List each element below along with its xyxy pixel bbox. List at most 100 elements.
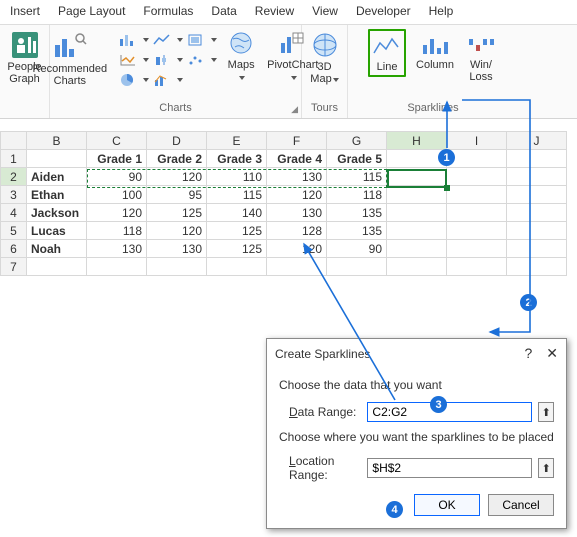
chevron-down-icon[interactable] — [211, 58, 217, 62]
cell[interactable]: 140 — [207, 204, 267, 222]
area-chart-icon[interactable] — [185, 31, 207, 49]
cell[interactable]: 128 — [267, 222, 327, 240]
chevron-down-icon[interactable] — [143, 38, 149, 42]
line-chart-icon[interactable] — [151, 31, 173, 49]
chevron-down-icon[interactable] — [333, 78, 339, 82]
cell[interactable]: 120 — [87, 204, 147, 222]
range-picker-icon[interactable]: ⬆ — [538, 402, 554, 422]
cell[interactable]: Ethan — [27, 186, 87, 204]
cell[interactable]: 115 — [327, 168, 387, 186]
tab-view[interactable]: View — [312, 4, 338, 18]
row-header[interactable]: 3 — [1, 186, 27, 204]
cell[interactable]: 95 — [147, 186, 207, 204]
ribbon: People Graph Recommended Charts Maps — [0, 25, 577, 119]
cell[interactable]: 125 — [207, 222, 267, 240]
cell[interactable]: Grade 5 — [327, 150, 387, 168]
location-range-input[interactable] — [367, 458, 532, 478]
cell[interactable]: 118 — [87, 222, 147, 240]
row-header[interactable]: 1 — [1, 150, 27, 168]
cell[interactable]: Jackson — [27, 204, 87, 222]
col-header[interactable]: J — [507, 132, 567, 150]
cell[interactable]: 120 — [147, 222, 207, 240]
chevron-down-icon[interactable] — [239, 76, 245, 80]
recommended-charts-icon — [53, 31, 87, 61]
cell[interactable]: 118 — [327, 186, 387, 204]
location-range-label: Location Range: — [289, 454, 361, 482]
chevron-down-icon[interactable] — [143, 58, 149, 62]
col-header[interactable]: B — [27, 132, 87, 150]
stats-chart-icon[interactable] — [151, 51, 173, 69]
cell[interactable]: Lucas — [27, 222, 87, 240]
worksheet[interactable]: B C D E F G H I J 1 Grade 1 Grade 2 Grad… — [0, 131, 577, 276]
tab-review[interactable]: Review — [255, 4, 294, 18]
cancel-button[interactable]: Cancel — [488, 494, 554, 516]
chevron-down-icon[interactable] — [177, 38, 183, 42]
chevron-down-icon[interactable] — [177, 78, 183, 82]
cell[interactable]: 130 — [267, 204, 327, 222]
chevron-down-icon[interactable] — [143, 78, 149, 82]
combo-chart-icon[interactable] — [151, 71, 173, 89]
tab-data[interactable]: Data — [211, 4, 236, 18]
tab-page-layout[interactable]: Page Layout — [58, 4, 125, 18]
tab-help[interactable]: Help — [429, 4, 454, 18]
cell[interactable]: 100 — [87, 186, 147, 204]
cell[interactable]: 115 — [207, 186, 267, 204]
cell[interactable]: 120 — [267, 186, 327, 204]
cell[interactable]: Grade 2 — [147, 150, 207, 168]
cell[interactable]: Grade 1 — [87, 150, 147, 168]
tab-formulas[interactable]: Formulas — [143, 4, 193, 18]
pie-chart-icon[interactable] — [117, 71, 139, 89]
cell[interactable]: 135 — [327, 222, 387, 240]
col-header[interactable]: C — [87, 132, 147, 150]
cell[interactable]: Noah — [27, 240, 87, 258]
cell[interactable]: 130 — [87, 240, 147, 258]
cell[interactable]: 130 — [147, 240, 207, 258]
cell[interactable]: 135 — [327, 204, 387, 222]
col-header[interactable]: D — [147, 132, 207, 150]
fill-handle[interactable] — [444, 185, 450, 191]
recommended-charts-label: Recommended Charts — [33, 63, 108, 87]
bar-chart-icon[interactable] — [117, 31, 139, 49]
cell[interactable]: 90 — [87, 168, 147, 186]
chevron-down-icon[interactable] — [211, 38, 217, 42]
chevron-down-icon[interactable] — [177, 58, 183, 62]
recommended-charts-button[interactable]: Recommended Charts — [31, 29, 110, 89]
cell[interactable]: Grade 4 — [267, 150, 327, 168]
cell[interactable]: Grade 3 — [207, 150, 267, 168]
sparkline-line-button[interactable]: Line — [368, 29, 406, 77]
data-range-input[interactable] — [367, 402, 532, 422]
cell[interactable]: 130 — [267, 168, 327, 186]
chevron-down-icon[interactable] — [291, 76, 297, 80]
row-header[interactable]: 4 — [1, 204, 27, 222]
close-icon[interactable]: ✕ — [546, 345, 558, 362]
help-icon[interactable]: ? — [524, 345, 532, 362]
cell[interactable]: 120 — [147, 168, 207, 186]
row-header[interactable]: 2 — [1, 168, 27, 186]
ok-button[interactable]: OK — [414, 494, 480, 516]
col-header[interactable]: E — [207, 132, 267, 150]
scatter-chart-icon[interactable] — [185, 51, 207, 69]
cell[interactable]: 120 — [267, 240, 327, 258]
row-header[interactable]: 6 — [1, 240, 27, 258]
row-header[interactable]: 7 — [1, 258, 27, 276]
cell[interactable]: 90 — [327, 240, 387, 258]
3d-map-button[interactable]: 3D Map — [308, 29, 340, 87]
corner-cell[interactable] — [1, 132, 27, 150]
cell[interactable]: 125 — [207, 240, 267, 258]
dialog-launcher-icon[interactable]: ◢ — [291, 104, 298, 115]
cell[interactable]: 125 — [147, 204, 207, 222]
col-header[interactable]: G — [327, 132, 387, 150]
col-header[interactable]: I — [447, 132, 507, 150]
range-picker-icon[interactable]: ⬆ — [538, 458, 554, 478]
sparkline-winloss-button[interactable]: Win/ Loss — [464, 29, 498, 85]
tab-insert[interactable]: Insert — [10, 4, 40, 18]
cell[interactable]: 110 — [207, 168, 267, 186]
col-header[interactable]: F — [267, 132, 327, 150]
row-header[interactable]: 5 — [1, 222, 27, 240]
cell[interactable]: Aiden — [27, 168, 87, 186]
sparkline-column-button[interactable]: Column — [414, 29, 456, 73]
col-header[interactable]: H — [387, 132, 447, 150]
maps-button[interactable]: Maps — [225, 29, 257, 85]
tab-developer[interactable]: Developer — [356, 4, 411, 18]
hierarchy-chart-icon[interactable] — [117, 51, 139, 69]
